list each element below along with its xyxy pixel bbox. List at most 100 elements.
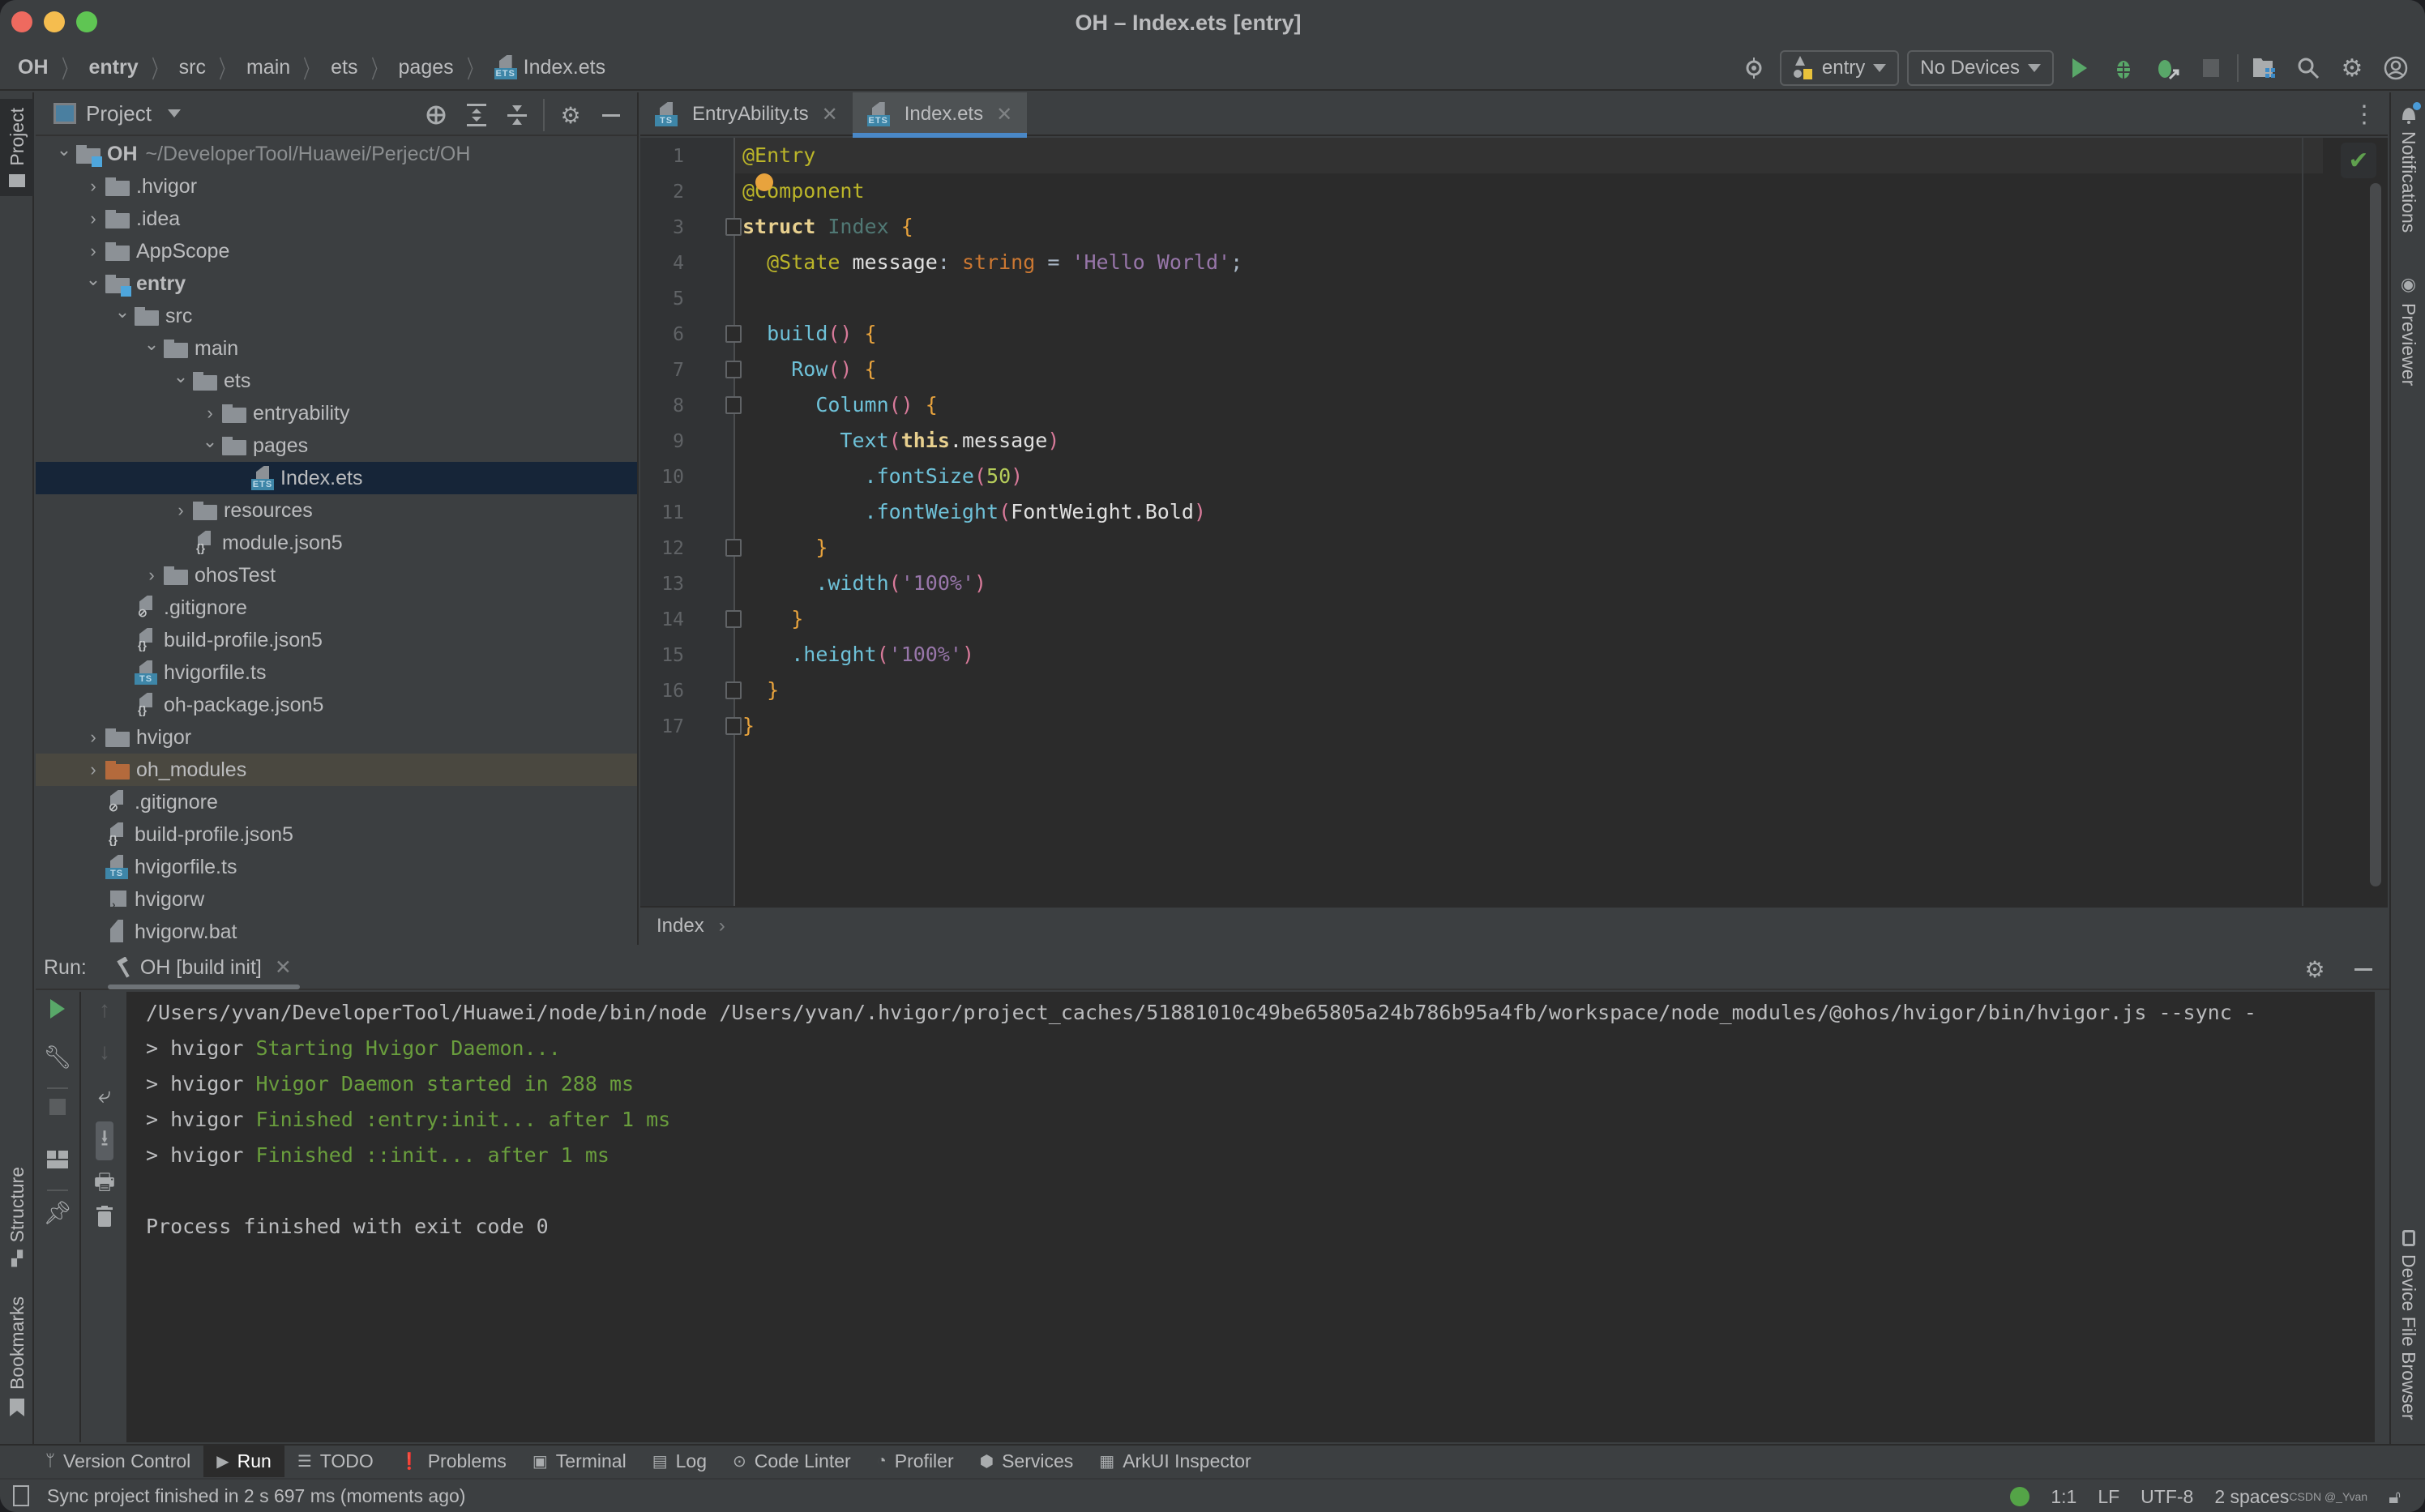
line-number[interactable]: 1 bbox=[652, 146, 684, 167]
tree-item[interactable]: ⌄ entry bbox=[36, 267, 637, 300]
line-number[interactable]: 13 bbox=[652, 574, 684, 595]
caret-position[interactable]: 1:1 bbox=[2051, 1486, 2076, 1508]
line-number[interactable]: 4 bbox=[652, 253, 684, 274]
line-number[interactable]: 12 bbox=[652, 538, 684, 559]
line-number[interactable]: 16 bbox=[652, 681, 684, 702]
print-button[interactable]: 🖶︎ bbox=[83, 1165, 126, 1204]
breadcrumb-item[interactable]: ets bbox=[331, 56, 357, 79]
code-line[interactable]: } bbox=[742, 708, 755, 744]
zoom-window-button[interactable] bbox=[76, 11, 97, 32]
tree-item[interactable]: › ohosTest bbox=[36, 559, 637, 592]
tree-item[interactable]: ⌄ main bbox=[36, 332, 637, 365]
minimize-window-button[interactable] bbox=[44, 11, 65, 32]
breadcrumb-item[interactable]: src bbox=[179, 56, 206, 79]
settings-button[interactable]: ⚙ bbox=[2334, 50, 2370, 86]
bookmarks-tool-tab[interactable]: Bookmarks bbox=[0, 1292, 34, 1421]
line-number[interactable]: 15 bbox=[652, 645, 684, 666]
tool-window-version-control[interactable]: ᛘ Version Control bbox=[32, 1445, 203, 1477]
tool-window-run[interactable]: ▶ Run bbox=[203, 1445, 284, 1477]
stop-button[interactable] bbox=[2193, 50, 2229, 86]
tool-window-profiler[interactable]: ◔ Profiler bbox=[864, 1445, 967, 1477]
indent-setting[interactable]: 2 spaces bbox=[2214, 1486, 2289, 1508]
hide-run-panel-button[interactable] bbox=[2346, 951, 2381, 987]
lock-icon[interactable]: 🔓︎ bbox=[2389, 1486, 2401, 1508]
tool-window-log[interactable]: ▤ Log bbox=[639, 1445, 720, 1477]
close-window-button[interactable] bbox=[11, 11, 32, 32]
fold-toggle-icon[interactable] bbox=[725, 325, 742, 343]
line-number[interactable]: 8 bbox=[652, 395, 684, 416]
line-number[interactable]: 6 bbox=[652, 324, 684, 345]
chevron-right-icon[interactable]: › bbox=[139, 565, 164, 586]
chevron-down-icon[interactable]: ⌄ bbox=[52, 139, 76, 160]
line-number[interactable]: 10 bbox=[652, 467, 684, 488]
notifications-tool-tab[interactable]: Notifications bbox=[2397, 102, 2421, 233]
line-number[interactable]: 11 bbox=[652, 502, 684, 523]
layout-button[interactable] bbox=[36, 1151, 79, 1168]
run-tab[interactable]: OH [build init] ✕ bbox=[107, 955, 300, 989]
code-line[interactable]: } bbox=[742, 673, 779, 708]
up-button[interactable]: ↑ bbox=[83, 997, 126, 1023]
tree-item[interactable]: › oh_modules bbox=[36, 754, 637, 786]
run-options-button[interactable]: ⚙ bbox=[2297, 951, 2333, 987]
code-line[interactable]: } bbox=[742, 601, 803, 637]
breadcrumb-item[interactable]: entry bbox=[89, 56, 139, 79]
more-tabs-icon[interactable]: ⋮ bbox=[2352, 100, 2376, 129]
inspection-ok-icon[interactable]: ✔ bbox=[2341, 143, 2376, 178]
line-number[interactable]: 9 bbox=[652, 431, 684, 452]
breadcrumb-item[interactable]: OH bbox=[18, 56, 49, 79]
tree-item[interactable]: ⌄ OH ~/DeveloperTool/Huawei/Perject/OH bbox=[36, 138, 637, 170]
account-button[interactable] bbox=[2378, 50, 2414, 86]
stop-button[interactable] bbox=[36, 1099, 79, 1115]
tool-window-todo[interactable]: ☰ TODO bbox=[284, 1445, 387, 1477]
scroll-to-end-button[interactable]: ⭳ bbox=[83, 1121, 126, 1160]
modify-run-config-button[interactable]: 🔧︎ bbox=[36, 1044, 79, 1070]
soft-wrap-button[interactable]: ⤶ bbox=[83, 1083, 126, 1109]
line-number[interactable]: 5 bbox=[652, 288, 684, 310]
tool-window-services[interactable]: ⬢ Services bbox=[967, 1445, 1087, 1477]
line-number[interactable]: 3 bbox=[652, 217, 684, 238]
line-separator[interactable]: LF bbox=[2098, 1486, 2119, 1508]
code-line[interactable]: .height('100%') bbox=[742, 637, 974, 673]
chevron-right-icon[interactable]: › bbox=[81, 241, 105, 262]
chevron-right-icon[interactable]: › bbox=[169, 500, 193, 521]
chevron-right-icon[interactable]: › bbox=[81, 176, 105, 197]
run-button[interactable] bbox=[2062, 50, 2098, 86]
target-icon[interactable] bbox=[1736, 50, 1772, 86]
tree-item[interactable]: › .hvigor bbox=[36, 170, 637, 203]
rerun-button[interactable] bbox=[36, 998, 79, 1019]
editor-scrollbar[interactable] bbox=[2370, 183, 2381, 886]
code-line[interactable]: Text(this.message) bbox=[742, 423, 1059, 459]
code-line[interactable]: struct Index { bbox=[742, 209, 913, 245]
attach-debugger-button[interactable] bbox=[2149, 50, 2185, 86]
down-button[interactable]: ↓ bbox=[83, 1039, 126, 1065]
tree-item[interactable]: TS hvigorfile.ts bbox=[36, 851, 637, 883]
run-console-output[interactable]: /Users/yvan/DeveloperTool/Huawei/node/bi… bbox=[126, 992, 2388, 1442]
project-tool-tab[interactable]: Project bbox=[0, 99, 34, 196]
tool-window-problems[interactable]: ❗ Problems bbox=[387, 1445, 520, 1477]
previewer-tool-tab[interactable]: ◉ Previewer bbox=[2397, 274, 2419, 386]
expand-all-button[interactable] bbox=[459, 97, 494, 133]
tool-window-code-linter[interactable]: ⊙ Code Linter bbox=[720, 1445, 864, 1477]
tab-entryability-ts[interactable]: TS EntryAbility.ts ✕ bbox=[640, 92, 853, 136]
tree-item[interactable]: {} build-profile.json5 bbox=[36, 624, 637, 656]
chevron-down-icon[interactable] bbox=[167, 109, 181, 117]
line-number[interactable]: 14 bbox=[652, 609, 684, 630]
line-number[interactable]: 2 bbox=[652, 182, 684, 203]
project-options-button[interactable]: ⚙ bbox=[553, 97, 588, 133]
tree-item[interactable]: › hvigorw bbox=[36, 883, 637, 916]
chevron-down-icon[interactable]: ⌄ bbox=[198, 431, 222, 452]
pin-tab-button[interactable]: 📌︎ bbox=[36, 1199, 79, 1226]
structure-tool-tab[interactable]: Structure ▞ bbox=[0, 1160, 34, 1274]
tree-item[interactable]: ETS Index.ets bbox=[36, 462, 637, 494]
breadcrumb-item[interactable]: main bbox=[246, 56, 290, 79]
fold-toggle-icon[interactable] bbox=[725, 396, 742, 414]
select-opened-file-button[interactable] bbox=[418, 97, 454, 133]
device-file-browser-tool-tab[interactable]: Device File Browser bbox=[2397, 1230, 2419, 1420]
hide-panel-button[interactable] bbox=[593, 97, 629, 133]
line-number[interactable]: 17 bbox=[652, 716, 684, 737]
editor-breadcrumb-item[interactable]: Index bbox=[657, 915, 704, 938]
tool-window-terminal[interactable]: ▣ Terminal bbox=[520, 1445, 639, 1477]
chevron-down-icon[interactable]: ⌄ bbox=[169, 366, 193, 387]
module-selector[interactable]: entry bbox=[1779, 50, 1900, 86]
fold-toggle-icon[interactable] bbox=[725, 717, 742, 735]
